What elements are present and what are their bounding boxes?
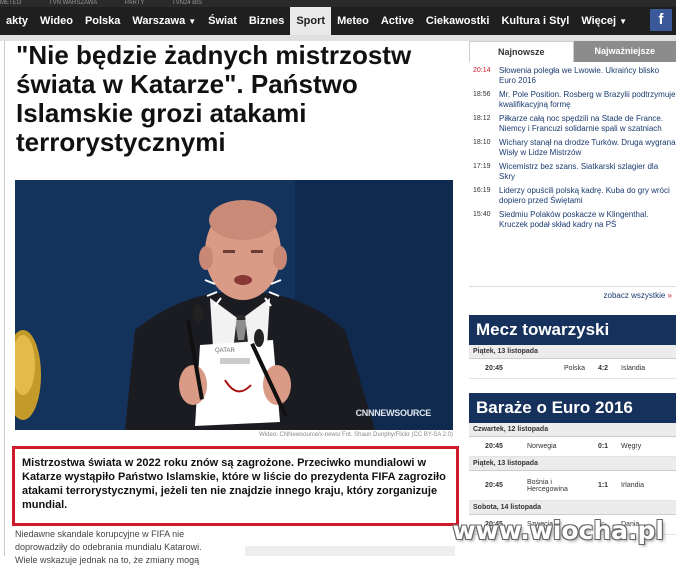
news-time: 15:40	[473, 210, 499, 230]
top-strip: METEO TVN WARSZAWA PARTY TVN24 BIS	[0, 0, 676, 7]
news-link[interactable]: Liderzy opuścili polską kadrę. Kuba do g…	[499, 186, 676, 206]
facebook-icon[interactable]: f	[650, 9, 672, 31]
playoffs-header: Baraże o Euro 2016	[469, 393, 676, 423]
news-item[interactable]: 18:12Piłkarze całą noc spędzili na Stade…	[473, 114, 676, 134]
chevron-down-icon: ▼	[619, 17, 627, 26]
nav-item-swiat[interactable]: Świat	[202, 7, 243, 35]
match-away: Węgry	[617, 443, 676, 450]
nav-item-sport[interactable]: Sport	[290, 7, 331, 35]
main-nav: akty Wideo Polska Warszawa▼ Świat Biznes…	[0, 7, 676, 35]
photo-caption: Wideo: CNNewsource/x-news/ Fot. Shaun Du…	[248, 432, 453, 438]
sidebar: Najnowsze Najważniejsze 20:14Słowenia po…	[469, 41, 676, 535]
match-day: Piątek, 13 listopada	[469, 457, 676, 471]
news-link[interactable]: Słowenia poległa we Lwowie. Ukraińcy bli…	[499, 66, 676, 86]
match-home: Polska	[519, 365, 589, 372]
tab-najnowsze[interactable]: Najnowsze	[469, 41, 574, 62]
match-day: Czwartek, 12 listopada	[469, 423, 676, 437]
news-link[interactable]: Siedmiu Polaków poskacze w Klingenthal. …	[499, 210, 676, 230]
news-list: 20:14Słowenia poległa we Lwowie. Ukraińc…	[469, 62, 676, 287]
arrow-right-icon: »	[668, 291, 672, 300]
article-photo[interactable]: CNNNEWSOURCE QATAR	[15, 180, 453, 430]
photo-illustration	[15, 180, 453, 430]
nav-item-kultura[interactable]: Kultura i Styl	[495, 7, 575, 35]
news-time: 17:19	[473, 162, 499, 182]
match-home: Norwegia	[519, 443, 589, 450]
nav-item-warszawa[interactable]: Warszawa▼	[126, 7, 202, 35]
match-day: Sobota, 14 listopada	[469, 501, 676, 515]
article-title: "Nie będzie żadnych mistrzostw świata w …	[16, 41, 461, 157]
news-item[interactable]: 18:56Mr. Pole Position. Rosberg w Brazyl…	[473, 90, 676, 110]
nav-item-polska[interactable]: Polska	[79, 7, 126, 35]
friendly-match-header: Mecz towarzyski	[469, 315, 676, 345]
news-time: 16:19	[473, 186, 499, 206]
top-strip-link[interactable]: PARTY	[125, 0, 144, 6]
news-link[interactable]: Mr. Pole Position. Rosberg w Brazylii po…	[499, 90, 676, 110]
news-item[interactable]: 16:19Liderzy opuścili polską kadrę. Kuba…	[473, 186, 676, 206]
match-day: Piątek, 13 listopada	[469, 345, 676, 359]
related-box[interactable]	[245, 546, 455, 556]
nav-item-label: Warszawa	[132, 15, 185, 27]
news-time: 18:12	[473, 114, 499, 134]
watermark: www.wiocha.pl	[453, 516, 664, 545]
nav-item-wideo[interactable]: Wideo	[34, 7, 79, 35]
top-strip-link[interactable]: TVN WARSZAWA	[49, 0, 97, 6]
match-home: Bośnia i Hercegowina	[519, 479, 589, 493]
news-tabs: Najnowsze Najważniejsze	[469, 41, 676, 62]
match-away: Irlandia	[617, 482, 676, 489]
match-score: 0:1	[589, 443, 617, 450]
news-link[interactable]: Wichary stanął na drodze Turków. Druga w…	[499, 138, 676, 158]
see-all-link[interactable]: zobacz wszystkie »	[469, 287, 676, 315]
match-row[interactable]: 20:45 Polska 4:2 Islandia	[469, 359, 676, 379]
photo-card-text: QATAR	[215, 348, 235, 354]
news-time: 18:10	[473, 138, 499, 158]
tab-najwazniejsze[interactable]: Najważniejsze	[574, 41, 676, 62]
match-time: 20:45	[469, 443, 519, 450]
news-link[interactable]: Piłkarze całą noc spędzili na Stade de F…	[499, 114, 676, 134]
nav-item-ciekawostki[interactable]: Ciekawostki	[420, 7, 496, 35]
article-lead: Mistrzostwa świata w 2022 roku znów są z…	[12, 446, 459, 526]
news-item[interactable]: 18:10Wichary stanął na drodze Turków. Dr…	[473, 138, 676, 158]
chevron-down-icon: ▼	[188, 17, 196, 26]
news-time: 18:56	[473, 90, 499, 110]
match-score: 4:2	[589, 365, 617, 372]
see-all-label: zobacz wszystkie	[604, 291, 666, 300]
news-time: 20:14	[473, 66, 499, 86]
news-item[interactable]: 17:19Wicemistrz bez szans. Siatkarski sz…	[473, 162, 676, 182]
nav-item-active[interactable]: Active	[375, 7, 420, 35]
nav-item-wiecej[interactable]: Więcej▼	[575, 7, 633, 35]
nav-item-label: Więcej	[581, 15, 616, 27]
news-item[interactable]: 15:40Siedmiu Polaków poskacze w Klingent…	[473, 210, 676, 230]
news-item[interactable]: 20:14Słowenia poległa we Lwowie. Ukraińc…	[473, 66, 676, 86]
match-time: 20:45	[469, 365, 519, 372]
top-strip-link[interactable]: METEO	[0, 0, 21, 6]
news-link[interactable]: Wicemistrz bez szans. Siatkarski szlagie…	[499, 162, 676, 182]
article-body: Niedawne skandale korupcyjne w FIFA nie …	[15, 528, 215, 567]
nav-item-meteo[interactable]: Meteo	[331, 7, 375, 35]
nav-item-fakty[interactable]: akty	[0, 7, 34, 35]
photo-logo: CNNNEWSOURCE	[356, 408, 431, 418]
match-time: 20:45	[469, 482, 519, 489]
match-score: 1:1	[589, 482, 617, 489]
nav-item-biznes[interactable]: Biznes	[243, 7, 290, 35]
match-row[interactable]: 20:45 Norwegia 0:1 Węgry	[469, 437, 676, 457]
match-away: Islandia	[617, 365, 676, 372]
spacer	[469, 379, 676, 393]
top-strip-link[interactable]: TVN24 BIS	[172, 0, 202, 6]
match-row[interactable]: 20:45 Bośnia i Hercegowina 1:1 Irlandia	[469, 471, 676, 501]
divider	[4, 41, 5, 556]
